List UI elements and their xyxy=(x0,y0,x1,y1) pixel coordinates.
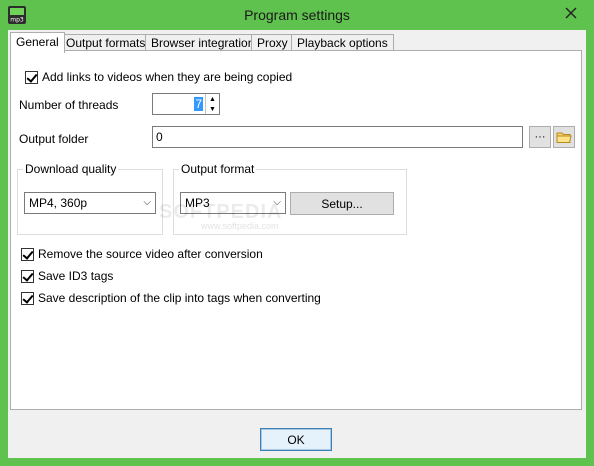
remove-source-label: Remove the source video after conversion xyxy=(38,247,263,261)
program-settings-window: mp3 Program settings General Output form… xyxy=(0,0,594,466)
browse-button[interactable]: ··· xyxy=(529,126,551,148)
save-id3-checkbox[interactable] xyxy=(21,269,34,283)
output-format-label: Output format xyxy=(179,162,257,176)
chevron-down-icon: ⌵ xyxy=(143,197,151,208)
add-links-row[interactable]: Add links to videos when they are being … xyxy=(25,69,292,85)
spinner-arrows: ▲ ▼ xyxy=(205,94,219,114)
save-description-label: Save description of the clip into tags w… xyxy=(38,291,321,305)
remove-source-row[interactable]: Remove the source video after conversion xyxy=(21,246,263,262)
close-icon[interactable] xyxy=(562,4,580,22)
threads-value[interactable]: 7 xyxy=(194,97,203,111)
softpedia-watermark-url: www.softpedia.com xyxy=(201,221,279,231)
download-quality-label: Download quality xyxy=(23,162,119,176)
window-title: Program settings xyxy=(244,7,350,23)
ok-button[interactable]: OK xyxy=(260,428,332,451)
download-quality-group: Download quality MP4, 360p ⌵ xyxy=(17,162,163,235)
folder-icon xyxy=(556,132,572,143)
add-links-checkbox[interactable] xyxy=(25,70,38,84)
save-id3-label: Save ID3 tags xyxy=(38,269,114,283)
general-tab-panel: Add links to videos when they are being … xyxy=(10,50,582,410)
tab-general[interactable]: General xyxy=(10,32,65,53)
download-quality-value: MP4, 360p xyxy=(29,196,88,210)
title-bar[interactable]: mp3 Program settings xyxy=(0,0,594,30)
threads-spinner[interactable]: 7 ▲ ▼ xyxy=(152,93,220,115)
add-links-label: Add links to videos when they are being … xyxy=(42,70,293,84)
spin-down-icon[interactable]: ▼ xyxy=(206,104,219,114)
threads-label: Number of threads xyxy=(19,98,119,112)
remove-source-checkbox[interactable] xyxy=(21,247,34,261)
output-folder-input[interactable]: 0 xyxy=(152,126,523,148)
output-folder-label: Output folder xyxy=(19,132,89,146)
open-folder-button[interactable] xyxy=(553,126,575,148)
save-id3-row[interactable]: Save ID3 tags xyxy=(21,268,113,284)
setup-button[interactable]: Setup... xyxy=(290,192,394,215)
client-area: General Output formats Browser integrati… xyxy=(8,30,586,458)
download-quality-select[interactable]: MP4, 360p ⌵ xyxy=(24,192,156,214)
tab-strip: General Output formats Browser integrati… xyxy=(8,32,586,53)
spin-up-icon[interactable]: ▲ xyxy=(206,94,219,104)
save-description-row[interactable]: Save description of the clip into tags w… xyxy=(21,290,321,306)
save-description-checkbox[interactable] xyxy=(21,291,34,305)
